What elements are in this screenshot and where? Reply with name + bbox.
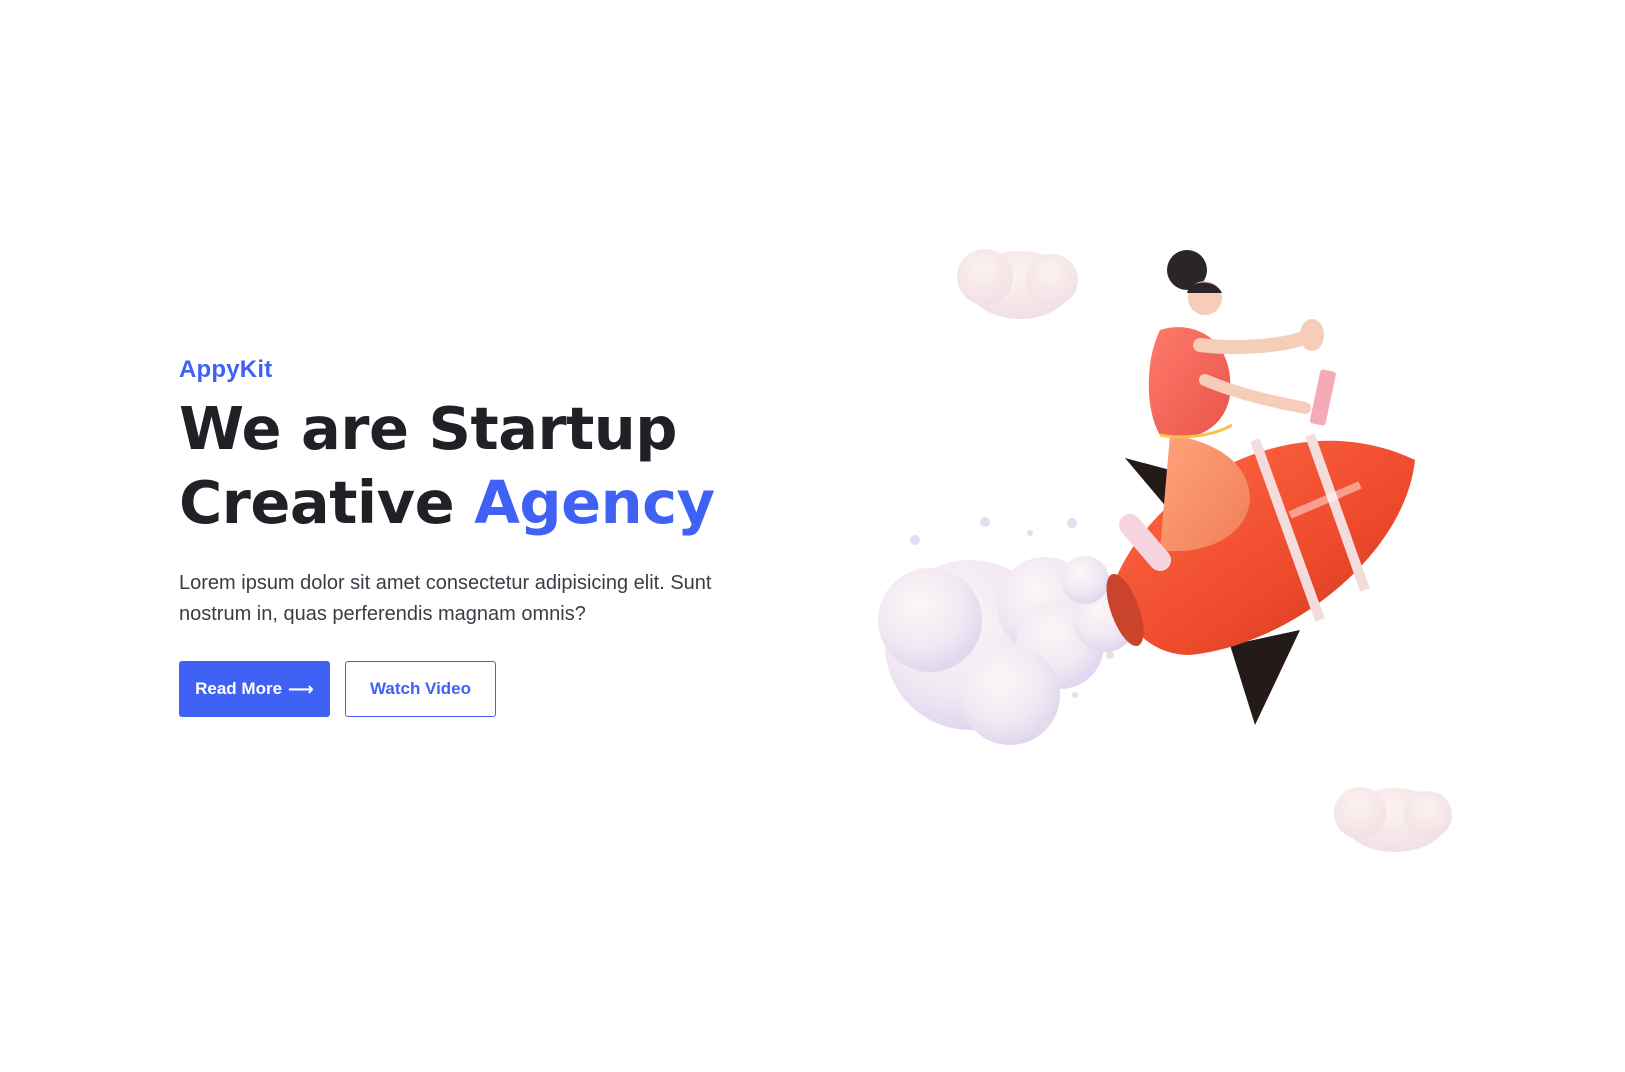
- watch-video-button[interactable]: Watch Video: [345, 661, 496, 717]
- headline-line-2-accent: Agency: [474, 468, 715, 537]
- cloud-bottom: [1334, 787, 1452, 852]
- illustration-svg: [878, 249, 1452, 852]
- headline-line-1: We are Startup: [179, 394, 678, 463]
- hero-description: Lorem ipsum dolor sit amet consectetur a…: [179, 572, 712, 625]
- brand-eyebrow: AppyKit: [179, 356, 273, 383]
- read-more-button[interactable]: Read More ⟶: [179, 661, 330, 717]
- rocket-rider-illustration: [860, 225, 1460, 865]
- watch-video-label: Watch Video: [369, 679, 472, 698]
- hero-actions: Read More ⟶ Watch Video: [179, 661, 819, 717]
- cloud-top: [957, 249, 1078, 319]
- exhaust-cloud: [878, 517, 1137, 745]
- hero-text: AppyKit We are Startup Creative Agency L…: [179, 356, 819, 717]
- rocket-fin-bottom: [1230, 630, 1300, 725]
- headline-line-2-plain: Creative: [179, 468, 455, 537]
- arrow-right-icon: ⟶: [288, 678, 314, 699]
- read-more-label: Read More: [195, 679, 283, 698]
- hero-section: AppyKit We are Startup Creative Agency L…: [0, 0, 1625, 1072]
- hero-headline: We are Startup Creative Agency: [179, 392, 819, 540]
